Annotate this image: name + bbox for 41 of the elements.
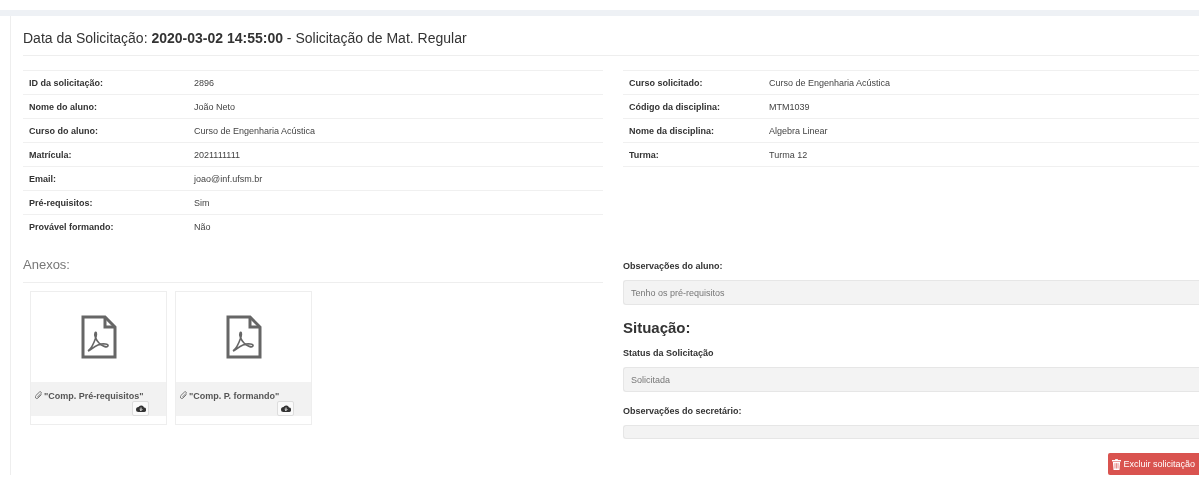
- field-label: Código da disciplina:: [623, 94, 763, 119]
- field-value: Algebra Linear: [763, 118, 1199, 143]
- field-label: Status da Solicitação: [623, 347, 715, 360]
- field-label: Pré-requisitos:: [23, 190, 188, 215]
- trash-icon: [1112, 458, 1122, 470]
- field-label: Turma:: [623, 142, 763, 167]
- paperclip-icon: [180, 391, 188, 400]
- field-label: ID da solicitação:: [23, 70, 188, 95]
- field-label: Matrícula:: [23, 142, 188, 167]
- field-label: Observações do secretário:: [623, 405, 743, 418]
- field-label: Nome da disciplina:: [623, 118, 763, 143]
- field-label: Nome do aluno:: [23, 94, 188, 119]
- cloud-download-icon: [280, 404, 291, 412]
- notes-field[interactable]: Tenho os pré-requisitos: [623, 280, 1199, 305]
- field-value: João Neto: [188, 94, 603, 119]
- field-value: Turma 12: [763, 142, 1199, 167]
- attachment-name: "Comp. P. formando": [176, 381, 311, 405]
- page-title: Data da Solicitação: 2020-03-02 14:55:00 - Solicitação de Mat. Regular: [23, 28, 1199, 56]
- cloud-download-icon: [135, 404, 146, 412]
- section-heading: Anexos:: [23, 238, 603, 283]
- field-value: Não: [188, 214, 603, 239]
- field-value: Curso de Engenharia Acústica: [188, 118, 603, 143]
- field-label: Provável formando:: [23, 214, 188, 239]
- field-value: joao@inf.ufsm.br: [188, 166, 603, 191]
- delete-button[interactable]: Excluir solicitação: [1108, 453, 1199, 475]
- paperclip-icon: [35, 391, 43, 400]
- attachment-name: "Comp. Pré-requisitos": [31, 381, 166, 405]
- field-label: Observações do aluno:: [623, 260, 724, 273]
- notes-field[interactable]: [623, 425, 1199, 439]
- field-label: Email:: [23, 166, 188, 191]
- field-value: Curso de Engenharia Acústica: [763, 70, 1199, 95]
- pdf-file-icon: [79, 314, 118, 359]
- status-field[interactable]: Solicitada: [623, 367, 1199, 392]
- field-label: Curso do aluno:: [23, 118, 188, 143]
- field-value: MTM1039: [763, 94, 1199, 119]
- field-value: 2021111111: [188, 142, 603, 167]
- field-value: 2896: [188, 70, 603, 95]
- section-heading: Situação:: [623, 318, 692, 338]
- field-label: Curso solicitado:: [623, 70, 763, 95]
- pdf-file-icon: [224, 314, 263, 359]
- field-value: Sim: [188, 190, 603, 215]
